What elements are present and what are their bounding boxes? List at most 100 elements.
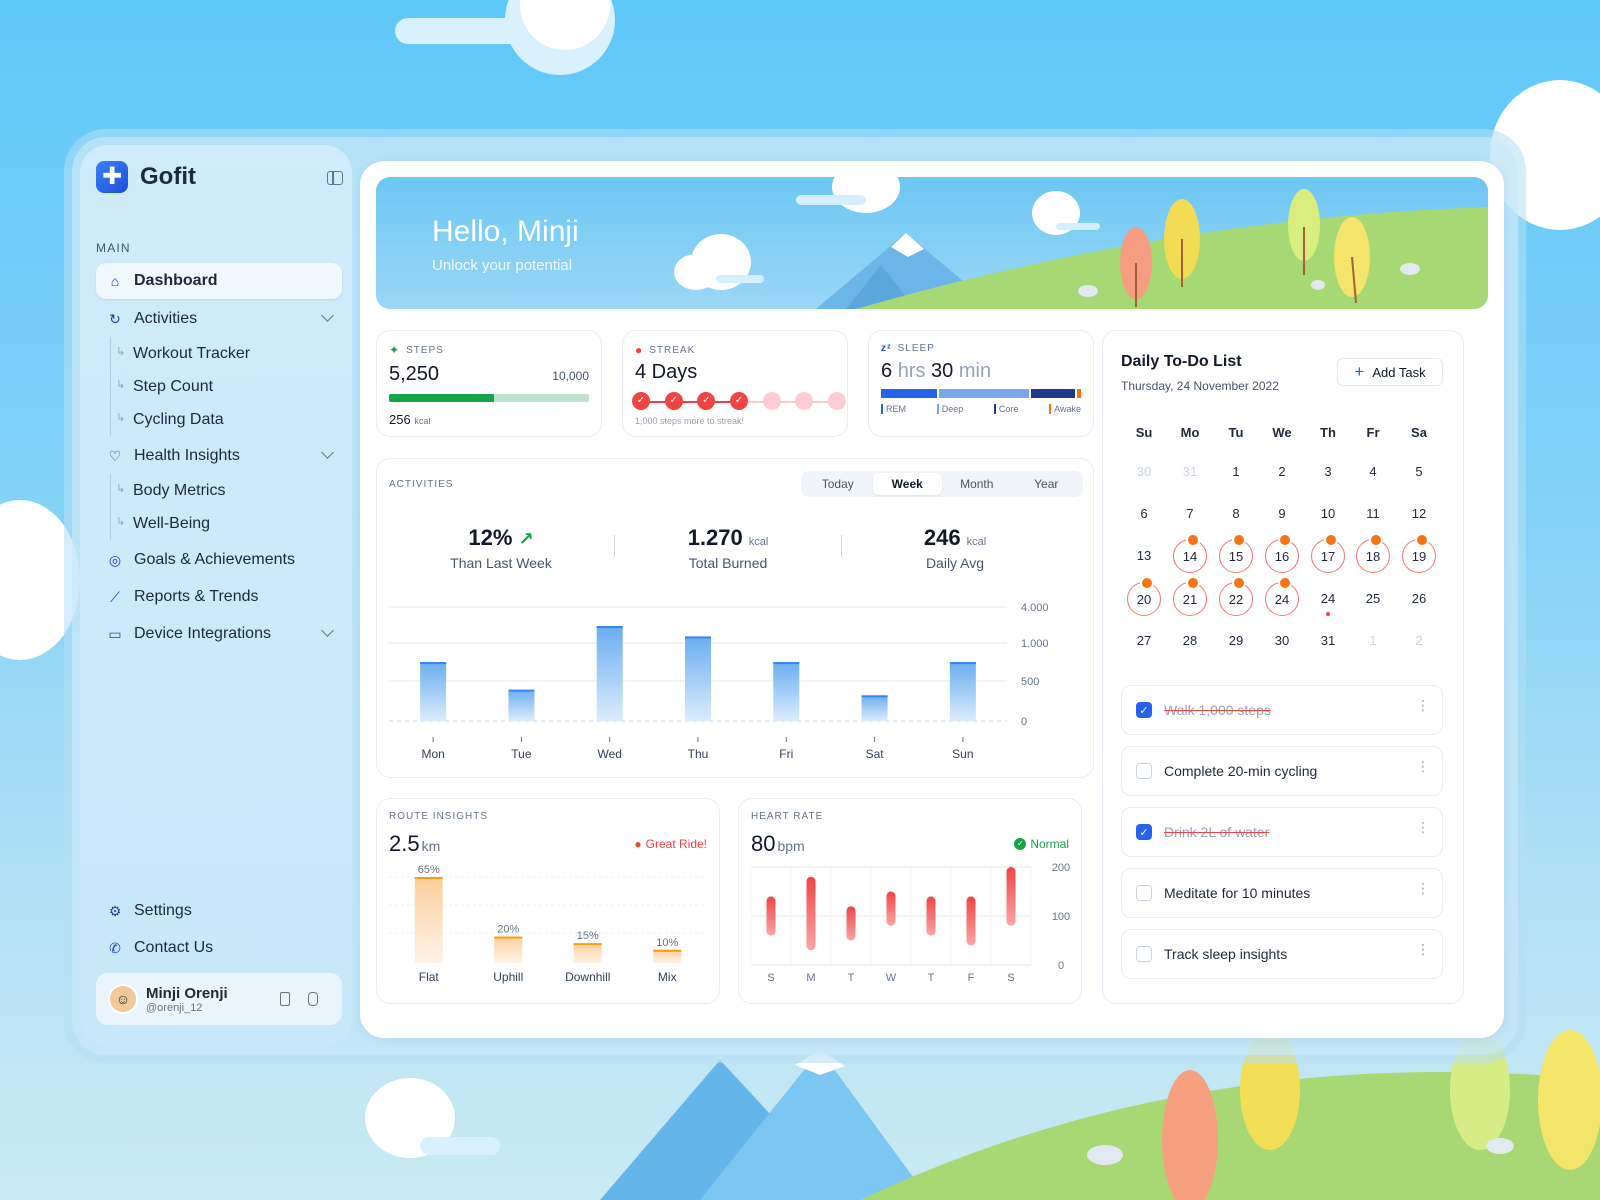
calendar-day-streak[interactable]: 14 [1173,533,1207,573]
task-checkbox[interactable] [1136,763,1152,779]
sidebar-item-contact[interactable]: ✆ Contact Us [96,930,342,966]
calendar-day[interactable]: 3 [1311,455,1345,489]
chevron-down-icon[interactable] [321,446,334,459]
task-checkbox[interactable] [1136,946,1152,962]
calendar-day-streak[interactable]: 24 [1265,576,1299,616]
task-item[interactable]: Meditate for 10 minutes ⋮ [1121,868,1443,918]
sidebar-item-activities[interactable]: ↻ Activities [96,301,342,337]
tab-year[interactable]: Year [1012,473,1082,495]
sidebar-toggle-icon[interactable] [327,171,343,185]
chevron-down-icon[interactable] [321,309,334,322]
tab-week[interactable]: Week [872,473,942,495]
sidebar-item-step-count[interactable]: Step Count [111,370,342,403]
user-profile[interactable]: ☺ Minji Orenji @orenji_12 [96,973,342,1025]
tab-month[interactable]: Month [942,473,1012,495]
more-options-icon[interactable]: ⋮ [1416,881,1430,895]
calendar-day[interactable]: 28 [1173,624,1207,658]
calendar-day[interactable]: 26 [1402,582,1436,616]
task-item[interactable]: ✓ Walk 1,000 steps ⋮ [1121,685,1443,735]
calendar-day-number: 29 [1228,633,1244,648]
calendar-day[interactable]: 10 [1311,497,1345,531]
sidebar-item-cycling-data[interactable]: Cycling Data [111,403,342,436]
calendar-day[interactable]: 24 [1311,582,1345,616]
kpi-change: 12% ↗ Than Last Week [431,525,571,571]
flame-icon [1324,533,1338,547]
calendar-day[interactable]: 1 [1356,624,1390,658]
calendar-day[interactable]: 9 [1265,497,1299,531]
calendar-day-streak[interactable]: 15 [1219,533,1253,573]
calendar-day[interactable]: 29 [1219,624,1253,658]
calendar-day[interactable]: 13 [1127,539,1161,573]
calendar-day-number: 24 [1274,592,1290,607]
sidebar-item-goals[interactable]: ◎ Goals & Achievements [96,542,342,578]
calendar-day[interactable]: 12 [1402,497,1436,531]
sidebar-item-devices[interactable]: ▭ Device Integrations [96,616,342,652]
sidebar-item-settings[interactable]: ⚙ Settings [96,893,342,929]
calendar-day[interactable]: 6 [1127,497,1161,531]
calendar-day[interactable]: 11 [1356,497,1390,531]
avatar[interactable]: ☺ [108,984,138,1014]
chevron-down-icon[interactable] [321,624,334,637]
tab-today[interactable]: Today [803,473,873,495]
calendar-day[interactable]: 8 [1219,497,1253,531]
calendar-day[interactable]: 25 [1356,582,1390,616]
calendar-day[interactable]: 7 [1173,497,1207,531]
calendar-day[interactable]: 27 [1127,624,1161,658]
calendar-day-number: 13 [1136,548,1152,563]
calendar-day[interactable]: 31 [1173,455,1207,489]
steps-kcal: 256 [389,412,411,427]
task-item[interactable]: Complete 20-min cycling ⋮ [1121,746,1443,796]
watch-device-icon[interactable] [308,992,318,1006]
phone-device-icon[interactable] [280,992,290,1006]
brand[interactable]: ✚ Gofit [96,161,196,193]
route-insights-card: ROUTE INSIGHTS 2.5 km ● Great Ride! 65% Fla… [376,798,720,1004]
calendar-day-streak[interactable]: 20 [1127,576,1161,616]
steps-card[interactable]: ✦ STEPS 5,250 10,000 256 kcal [376,330,602,437]
activity-bar-cap [773,662,800,665]
sidebar-item-label: Settings [134,902,192,919]
task-item[interactable]: ✓ Drink 2L of water ⋮ [1121,807,1443,857]
weekday-header: Fr [1366,425,1380,440]
streak-card[interactable]: ● STREAK 4 Days ✓ ✓ ✓ ✓ 1,000 steps more to … [622,330,848,437]
task-checkbox[interactable]: ✓ [1136,824,1152,840]
sidebar-item-well-being[interactable]: Well-Being [111,507,342,540]
calendar-day[interactable]: 5 [1402,455,1436,489]
task-checkbox[interactable]: ✓ [1136,702,1152,718]
sleep-card[interactable]: zᶻ SLEEP 6 hrs 30 min REM Deep Core Awake [868,330,1094,437]
sidebar-item-reports[interactable]: ⟋ Reports & Trends [96,579,342,615]
calendar-day[interactable]: 31 [1311,624,1345,658]
kpi-total-value: 1.270 [687,525,743,550]
more-options-icon[interactable]: ⋮ [1416,759,1430,773]
calendar-day-streak[interactable]: 16 [1265,533,1299,573]
calendar-day-streak[interactable]: 21 [1173,576,1207,616]
calendar-day-streak[interactable]: 19 [1402,533,1436,573]
sidebar-item-label: Device Integrations [134,625,271,642]
streak-value: 4 Days [635,361,698,383]
calendar-day-number: 26 [1411,591,1427,606]
calendar-day[interactable]: 2 [1265,455,1299,489]
sidebar-item-workout-tracker[interactable]: Workout Tracker [111,337,342,370]
calendar-day-streak[interactable]: 18 [1356,533,1390,573]
more-options-icon[interactable]: ⋮ [1416,942,1430,956]
calendar-day-number: 22 [1228,592,1244,607]
calendar-day-streak[interactable]: 17 [1311,533,1345,573]
task-item[interactable]: Track sleep insights ⋮ [1121,929,1443,979]
sidebar-item-health-insights[interactable]: ♡ Health Insights [96,438,342,474]
more-options-icon[interactable]: ⋮ [1416,698,1430,712]
calendar-day[interactable]: 4 [1356,455,1390,489]
calendar-day-streak[interactable]: 22 [1219,576,1253,616]
calendar-day[interactable]: 30 [1265,624,1299,658]
calendar-day[interactable]: 30 [1127,455,1161,489]
calendar-day[interactable]: 1 [1219,455,1253,489]
route-label: ROUTE INSIGHTS [389,811,489,822]
calendar-day[interactable]: 2 [1402,624,1436,658]
activity-bar [773,662,800,721]
sleep-legend-rem: REM [881,404,906,414]
todo-card: Daily To-Do List Thursday, 24 November 2… [1102,330,1464,1004]
task-label: Drink 2L of water [1164,824,1270,840]
heart-rate-range-bar [1006,867,1016,926]
more-options-icon[interactable]: ⋮ [1416,820,1430,834]
sidebar-item-dashboard[interactable]: ⌂ Dashboard [96,263,342,299]
sidebar-item-body-metrics[interactable]: Body Metrics [111,474,342,507]
task-checkbox[interactable] [1136,885,1152,901]
